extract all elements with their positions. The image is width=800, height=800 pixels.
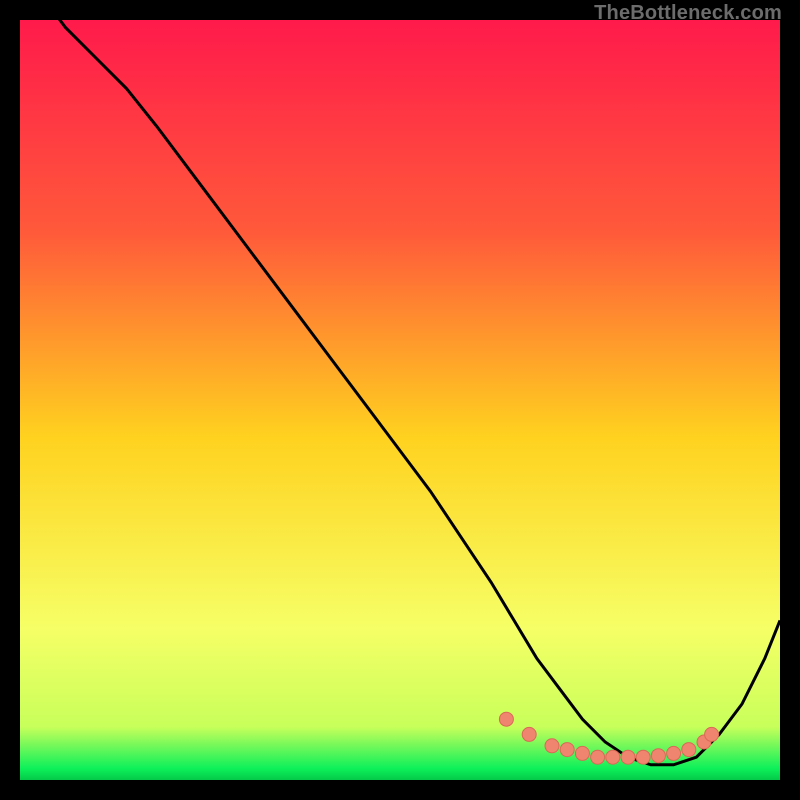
marker-dot	[591, 750, 605, 764]
chart-frame: { "watermark": "TheBottleneck.com", "col…	[0, 0, 800, 800]
gradient-bg	[20, 20, 780, 780]
marker-dot	[621, 750, 635, 764]
marker-dot	[575, 746, 589, 760]
marker-dot	[560, 743, 574, 757]
marker-dot	[636, 750, 650, 764]
marker-dot	[606, 750, 620, 764]
marker-dot	[705, 727, 719, 741]
bottleneck-chart	[20, 20, 780, 780]
marker-dot	[667, 746, 681, 760]
marker-dot	[522, 727, 536, 741]
watermark-text: TheBottleneck.com	[594, 2, 782, 25]
marker-dot	[682, 743, 696, 757]
marker-dot	[545, 739, 559, 753]
marker-dot	[499, 712, 513, 726]
marker-dot	[651, 749, 665, 763]
